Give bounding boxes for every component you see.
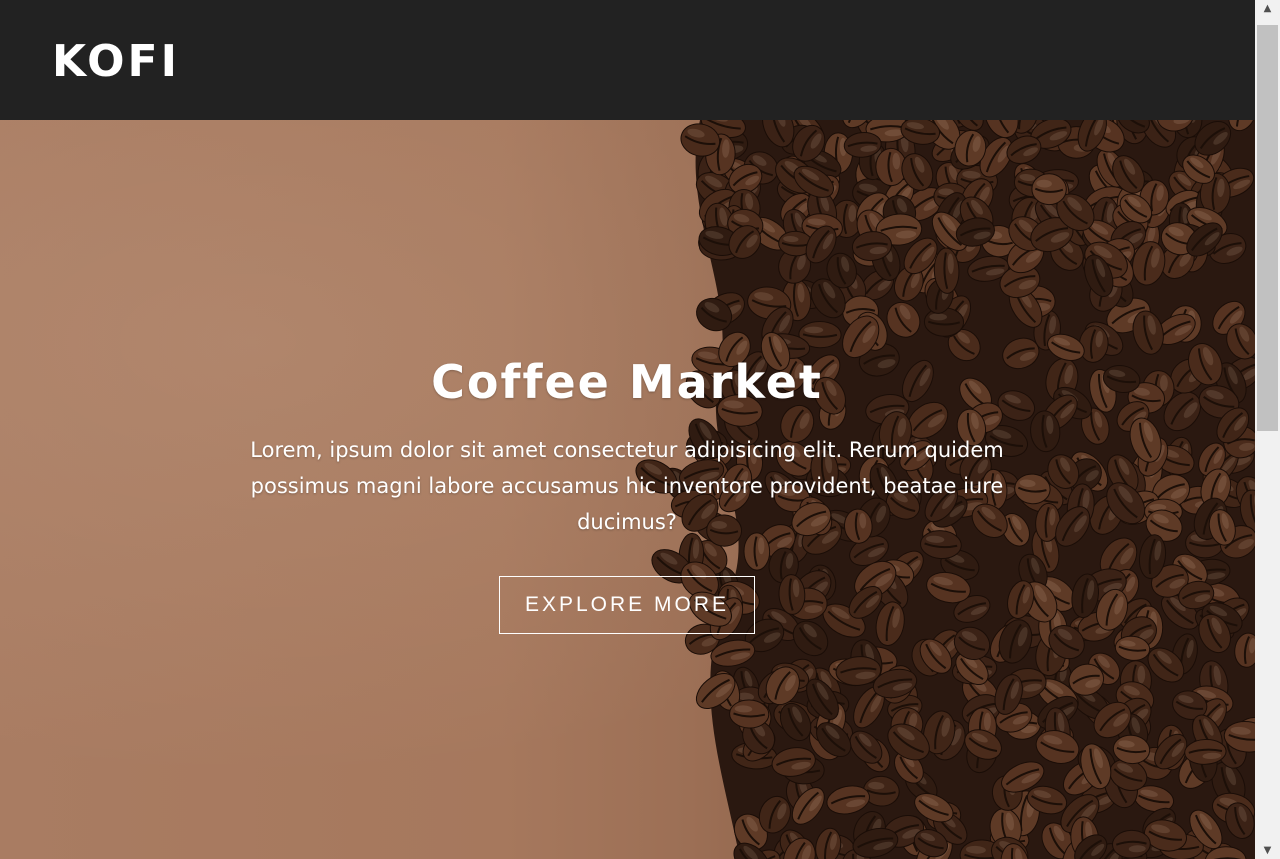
chevron-down-icon[interactable]: ▼ <box>1255 842 1280 859</box>
logo[interactable]: KOFI <box>52 34 180 90</box>
vertical-scrollbar[interactable]: ▲ ▼ <box>1255 0 1280 859</box>
chevron-up-icon[interactable]: ▲ <box>1255 0 1280 17</box>
scrollbar-thumb[interactable] <box>1257 25 1278 431</box>
navbar: KOFI <box>0 0 1255 120</box>
hero-content: Coffee Market Lorem, ipsum dolor sit ame… <box>227 348 1027 634</box>
page: KOFI Coffee Market Lorem, ipsum dolor si… <box>0 0 1255 859</box>
hero-section: Coffee Market Lorem, ipsum dolor sit ame… <box>0 120 1255 859</box>
hero-title: Coffee Market <box>431 355 823 409</box>
explore-more-button[interactable]: EXPLORE MORE <box>499 576 755 634</box>
hero-description: Lorem, ipsum dolor sit amet consectetur … <box>250 438 1004 534</box>
